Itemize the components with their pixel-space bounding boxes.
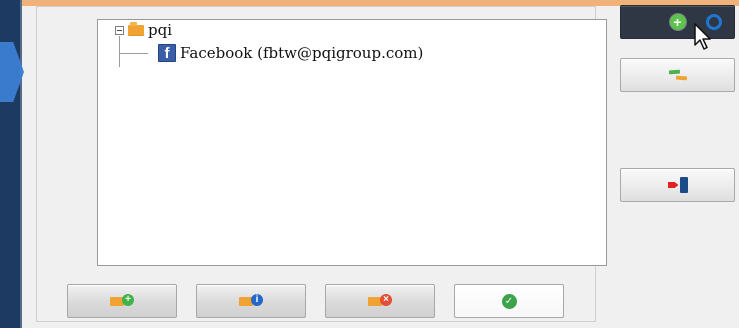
- tree-child-row[interactable]: f Facebook (fbtw@pqigroup.com): [158, 44, 423, 62]
- tree-root-label: pqi: [148, 21, 173, 39]
- delete-folder-icon: ×: [368, 294, 392, 308]
- delete-folder-button[interactable]: ×: [325, 284, 435, 318]
- tree-connector-vertical: [119, 36, 120, 67]
- exit-icon: [667, 177, 688, 193]
- exit-button[interactable]: [620, 168, 735, 202]
- confirm-button[interactable]: ✓: [454, 284, 564, 318]
- account-tree: pqi f Facebook (fbtw@pqigroup.com): [97, 19, 607, 266]
- folder-icon: [128, 21, 144, 36]
- folder-info-button[interactable]: i: [196, 284, 306, 318]
- folder-info-icon: i: [239, 294, 263, 308]
- add-folder-icon: +: [110, 294, 134, 308]
- add-account-icon: +: [669, 14, 686, 30]
- tree-connector-horizontal: [119, 53, 148, 54]
- app-window: pqi f Facebook (fbtw@pqigroup.com) + i ×…: [0, 0, 739, 328]
- check-icon: ✓: [501, 293, 517, 309]
- tree-child-label: Facebook (fbtw@pqigroup.com): [180, 44, 424, 62]
- main-panel: pqi f Facebook (fbtw@pqigroup.com) + i ×…: [36, 6, 607, 322]
- sync-icon: [669, 68, 687, 82]
- sync-button[interactable]: [620, 58, 735, 92]
- mouse-cursor-icon: [694, 23, 711, 50]
- tree-root-row[interactable]: pqi: [115, 21, 172, 39]
- collapse-icon[interactable]: [115, 25, 124, 35]
- add-folder-button[interactable]: +: [67, 284, 177, 318]
- facebook-icon: f: [158, 44, 176, 62]
